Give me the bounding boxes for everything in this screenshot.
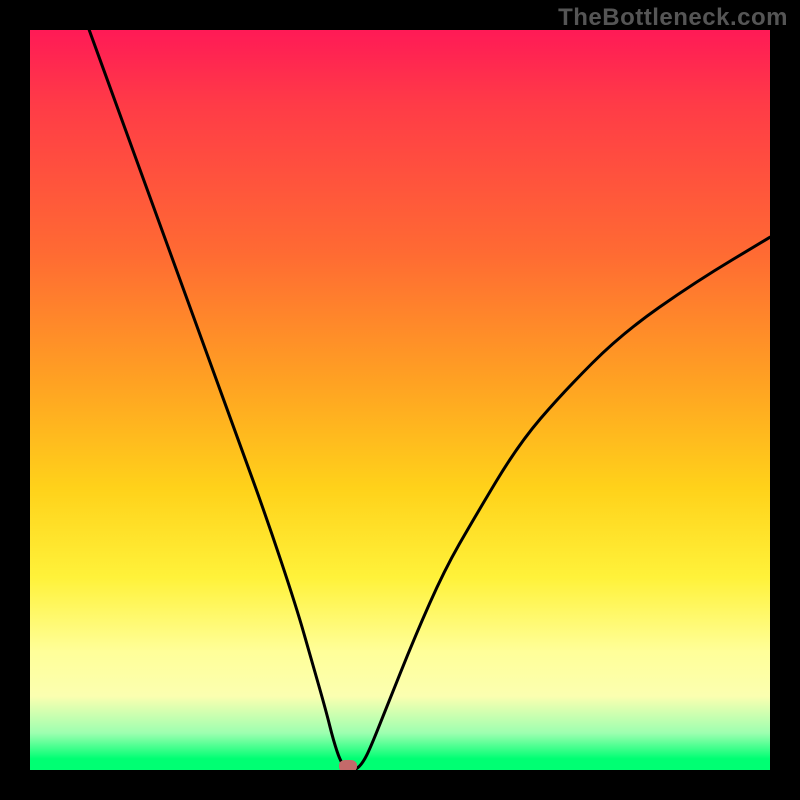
plot-area <box>30 30 770 770</box>
bottleneck-curve <box>89 30 770 770</box>
chart-frame: TheBottleneck.com <box>0 0 800 800</box>
min-marker <box>339 760 357 770</box>
watermark-text: TheBottleneck.com <box>558 4 788 32</box>
curve-svg <box>30 30 770 770</box>
